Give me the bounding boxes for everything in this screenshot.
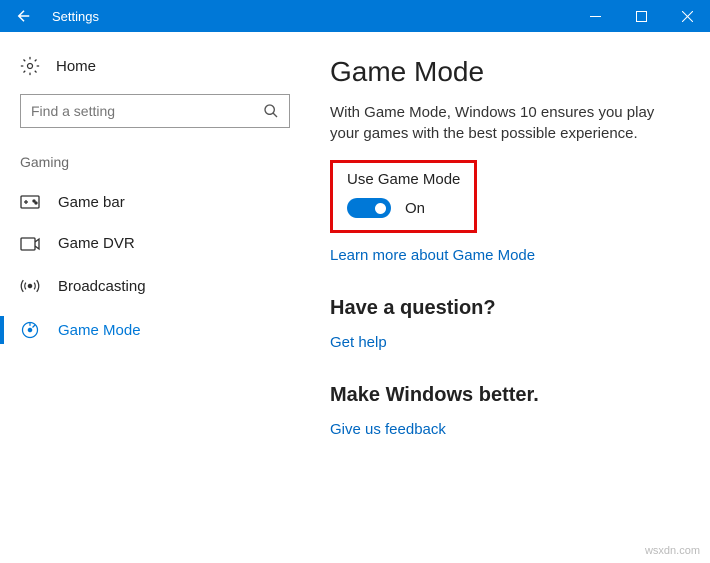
toggle-knob [375, 203, 386, 214]
close-icon [682, 11, 693, 22]
minimize-icon [590, 11, 601, 22]
page-description: With Game Mode, Windows 10 ensures you p… [330, 102, 682, 144]
sidebar-item-game-bar[interactable]: Game bar [20, 182, 290, 223]
home-nav[interactable]: Home [20, 50, 290, 94]
sidebar-item-label: Broadcasting [58, 278, 146, 295]
get-help-link[interactable]: Get help [330, 334, 387, 351]
feedback-link[interactable]: Give us feedback [330, 421, 446, 438]
game-bar-icon [20, 195, 40, 211]
maximize-button[interactable] [618, 0, 664, 32]
sidebar-item-label: Game DVR [58, 235, 135, 252]
sidebar-item-broadcasting[interactable]: Broadcasting [20, 264, 290, 308]
sidebar-item-label: Game bar [58, 194, 125, 211]
maximize-icon [636, 11, 647, 22]
question-heading: Have a question? [330, 297, 682, 320]
close-button[interactable] [664, 0, 710, 32]
search-field[interactable] [31, 103, 263, 119]
gear-icon [20, 56, 40, 76]
game-mode-toggle[interactable] [347, 198, 391, 218]
minimize-button[interactable] [572, 0, 618, 32]
sidebar: Home Gaming Game bar Game DVR Broadcasti… [0, 32, 310, 563]
toggle-state: On [405, 200, 425, 217]
learn-more-link[interactable]: Learn more about Game Mode [330, 247, 535, 264]
game-mode-icon [20, 320, 40, 340]
game-dvr-icon [20, 236, 40, 252]
sidebar-item-game-dvr[interactable]: Game DVR [20, 223, 290, 264]
better-heading: Make Windows better. [330, 384, 682, 407]
sidebar-item-label: Game Mode [58, 322, 141, 339]
arrow-left-icon [15, 7, 33, 25]
toggle-label: Use Game Mode [347, 171, 460, 188]
section-gaming: Gaming [20, 154, 290, 170]
watermark: wsxdn.com [645, 545, 700, 557]
window-title: Settings [48, 9, 572, 24]
home-label: Home [56, 58, 96, 75]
titlebar: Settings [0, 0, 710, 32]
main-content: Game Mode With Game Mode, Windows 10 ens… [310, 32, 710, 563]
window-controls [572, 0, 710, 32]
search-icon [263, 103, 279, 119]
highlight-box: Use Game Mode On [330, 160, 477, 233]
page-title: Game Mode [330, 56, 682, 88]
search-input[interactable] [20, 94, 290, 128]
back-button[interactable] [0, 0, 48, 32]
sidebar-item-game-mode[interactable]: Game Mode [20, 308, 290, 352]
broadcasting-icon [20, 276, 40, 296]
